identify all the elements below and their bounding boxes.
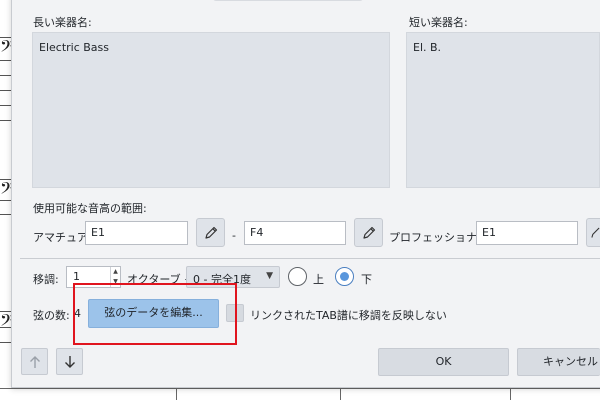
divider — [20, 258, 600, 259]
direction-up-radio[interactable] — [288, 267, 307, 286]
transposition-label: 移調: — [33, 273, 59, 286]
direction-up-label: 上 — [313, 273, 324, 286]
stepper-up-icon[interactable]: ▲ — [111, 267, 120, 277]
cancel-button[interactable]: キャンセル — [517, 348, 600, 376]
professional-low-input[interactable]: E1 — [476, 221, 578, 245]
long-name-field[interactable]: Electric Bass — [32, 32, 390, 188]
move-down-button[interactable] — [56, 348, 83, 375]
octave-value: 1 — [73, 270, 80, 283]
amateur-high-input[interactable]: F4 — [244, 221, 346, 245]
amateur-low-value: E1 — [91, 226, 105, 239]
amateur-label: アマチュア: — [33, 231, 92, 244]
range-dash: - — [232, 229, 236, 242]
professional-low-value: E1 — [482, 226, 496, 239]
long-name-label: 長い楽器名: — [33, 16, 92, 29]
pencil-icon — [362, 226, 375, 239]
chevron-down-icon: ▼ — [266, 271, 273, 281]
arrow-down-icon — [64, 355, 75, 368]
highlight-box — [73, 283, 237, 345]
arrow-up-icon — [29, 355, 40, 368]
amateur-high-edit-button[interactable] — [354, 218, 383, 247]
direction-down-radio[interactable] — [335, 267, 354, 286]
string-count-label: 弦の数: — [33, 309, 70, 322]
long-name-value: Electric Bass — [39, 41, 110, 54]
amateur-high-value: F4 — [250, 226, 264, 239]
direction-down-label: 下 — [361, 273, 372, 286]
amateur-low-input[interactable]: E1 — [85, 221, 188, 245]
top-button-stub[interactable] — [213, 0, 363, 1]
linked-tab-label: リンクされたTAB譜に移調を反映しない — [250, 309, 447, 322]
short-name-field[interactable]: El. B. — [406, 32, 600, 188]
professional-low-edit-button[interactable] — [586, 218, 600, 247]
move-up-button[interactable] — [21, 348, 48, 375]
ok-button[interactable]: OK — [378, 348, 509, 376]
amateur-low-edit-button[interactable] — [196, 218, 225, 247]
short-name-label: 短い楽器名: — [409, 16, 468, 29]
short-name-value: El. B. — [413, 41, 442, 54]
pencil-icon — [591, 227, 600, 238]
range-label: 使用可能な音高の範囲: — [33, 202, 147, 215]
pencil-icon — [204, 226, 217, 239]
